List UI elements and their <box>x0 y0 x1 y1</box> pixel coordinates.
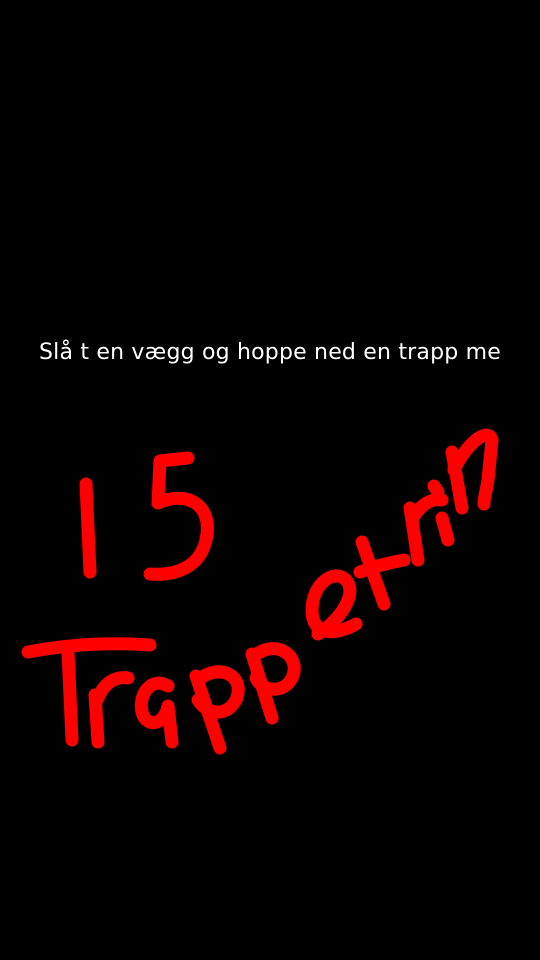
handwritten-letter-p1 <box>189 665 245 755</box>
handwritten-letter-n <box>445 428 499 515</box>
handwritten-letter-e <box>305 569 363 641</box>
handwritten-letter-T-stem <box>61 645 79 747</box>
handwritten-letter-r <box>88 671 135 749</box>
handwritten-drawing: 15 Trappetrin <box>21 428 499 755</box>
handwritten-letter-a <box>134 676 179 749</box>
handwritten-digit-1 <box>79 477 97 579</box>
handwritten-letter-p2 <box>245 642 301 725</box>
handwritten-digit-5 <box>143 451 214 581</box>
handwritten-letter-t <box>353 535 411 611</box>
handwritten-letter-r2 <box>403 493 449 567</box>
handwritten-letter-T-bar <box>21 637 157 659</box>
handwritten-letter-i <box>427 479 455 547</box>
